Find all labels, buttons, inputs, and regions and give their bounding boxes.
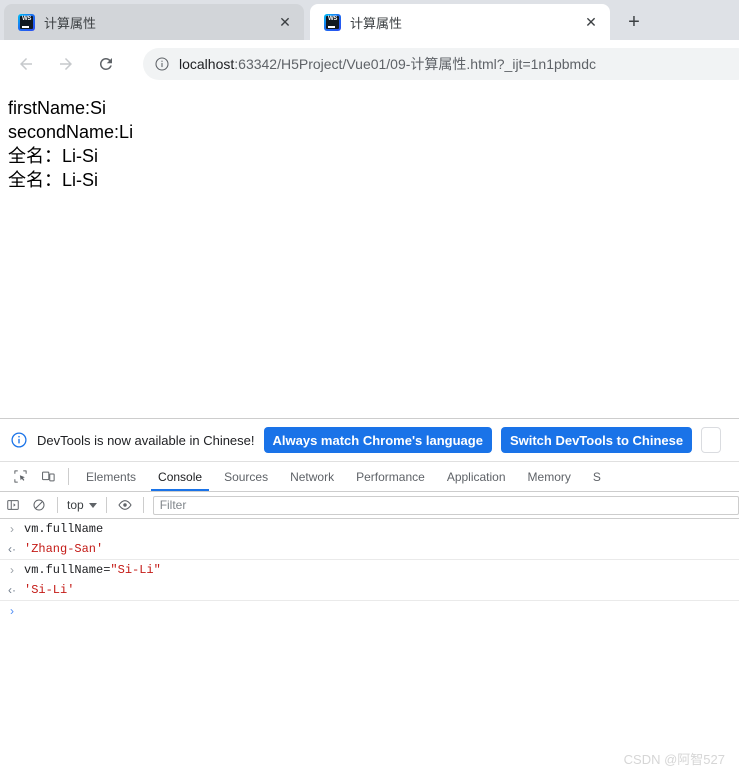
console-output-row: ‹· 'Zhang-San' xyxy=(0,539,739,560)
devtools-tab-network[interactable]: Network xyxy=(279,462,345,491)
toolbar-divider xyxy=(142,497,144,513)
device-toolbar-icon[interactable] xyxy=(34,462,62,491)
console-prompt-marker: › xyxy=(10,604,14,618)
console-input-text: vm.fullName="Si-Li" xyxy=(24,563,161,577)
watermark: CSDN @阿智527 xyxy=(623,752,725,767)
devtools-tab-elements[interactable]: Elements xyxy=(75,462,147,491)
site-info-icon[interactable] xyxy=(147,56,177,72)
close-icon[interactable]: ✕ xyxy=(580,11,602,33)
webstorm-icon: WS xyxy=(18,13,35,31)
live-expression-icon[interactable] xyxy=(112,494,138,516)
console-sidebar-icon[interactable] xyxy=(0,494,26,516)
dismiss-notice-button[interactable] xyxy=(701,427,722,453)
tab-strip: WS 计算属性 ✕ WS 计算属性 ✕ + xyxy=(0,0,739,40)
devtools-tab-bar: Elements Console Sources Network Perform… xyxy=(0,462,739,492)
devtools-tab-performance[interactable]: Performance xyxy=(345,462,436,491)
console-input-marker: › xyxy=(10,522,14,536)
page-line-first-name: firstName:Si xyxy=(8,98,107,118)
toolbar-divider xyxy=(68,468,69,485)
console-input-marker: › xyxy=(10,563,14,577)
url-path: :63342/H5Project/Vue01/09-计算属性.html?_ijt… xyxy=(234,56,596,72)
devtools-language-notice: DevTools is now available in Chinese! Al… xyxy=(0,419,739,462)
console-output-row: ‹· 'Si-Li' xyxy=(0,580,739,601)
address-bar[interactable]: localhost:63342/H5Project/Vue01/09-计算属性.… xyxy=(143,48,739,80)
address-bar-text: localhost:63342/H5Project/Vue01/09-计算属性.… xyxy=(179,54,596,74)
browser-tab-1[interactable]: WS 计算属性 ✕ xyxy=(4,4,304,40)
console-context-selector[interactable]: top xyxy=(63,498,101,512)
console-input-string: "Si-Li" xyxy=(110,563,161,577)
browser-toolbar: localhost:63342/H5Project/Vue01/09-计算属性.… xyxy=(0,40,739,88)
toolbar-divider xyxy=(57,497,58,513)
console-output-marker: ‹· xyxy=(8,542,16,556)
console-input-row[interactable]: › vm.fullName xyxy=(0,519,739,539)
page-line-fullname-2: 全名：Li-Si xyxy=(8,170,99,190)
devtools-tab-console[interactable]: Console xyxy=(147,462,213,491)
forward-arrow-icon[interactable] xyxy=(52,50,80,78)
page-line-second-name: secondName:Li xyxy=(8,122,134,142)
console-toolbar: top Filter xyxy=(0,492,739,519)
toolbar-divider xyxy=(105,497,107,513)
console-output-marker: ‹· xyxy=(8,583,16,597)
tab-title: 计算属性 xyxy=(44,15,97,31)
close-icon[interactable]: ✕ xyxy=(274,11,296,33)
console-input-text: vm.fullName xyxy=(24,522,104,536)
page-line-fullname-1: 全名：Li-Si xyxy=(8,146,99,166)
browser-tab-2[interactable]: WS 计算属性 ✕ xyxy=(310,4,610,40)
back-arrow-icon[interactable] xyxy=(12,50,40,78)
url-host: localhost xyxy=(179,56,235,72)
tab-title: 计算属性 xyxy=(350,15,403,31)
console-context-label: top xyxy=(67,498,84,512)
always-match-language-button[interactable]: Always match Chrome's language xyxy=(263,427,492,453)
console-output-text: 'Si-Li' xyxy=(24,583,75,597)
chevron-down-icon xyxy=(88,502,97,508)
info-circle-icon xyxy=(10,431,28,449)
browser-window: WS 计算属性 ✕ WS 计算属性 ✕ + localhost:63342/H5… xyxy=(0,0,739,780)
reload-icon[interactable] xyxy=(92,50,120,78)
console-filter-input[interactable]: Filter xyxy=(152,495,739,515)
inspect-element-icon[interactable] xyxy=(6,462,34,491)
notice-message: DevTools is now available in Chinese! xyxy=(37,432,255,448)
clear-console-icon[interactable] xyxy=(26,494,52,516)
devtools-panel: DevTools is now available in Chinese! Al… xyxy=(0,418,739,780)
console-log: › vm.fullName ‹· 'Zhang-San' › vm.fullNa… xyxy=(0,519,739,780)
devtools-tab-application[interactable]: Application xyxy=(436,462,517,491)
console-output-text: 'Zhang-San' xyxy=(24,542,104,556)
devtools-tab-security[interactable]: S xyxy=(582,462,612,491)
devtools-tab-memory[interactable]: Memory xyxy=(517,462,582,491)
console-prompt-row[interactable]: › xyxy=(0,601,739,621)
console-input-expression: vm.fullName= xyxy=(24,563,111,577)
console-input-row[interactable]: › vm.fullName="Si-Li" xyxy=(0,560,739,580)
switch-devtools-language-button[interactable]: Switch DevTools to Chinese xyxy=(500,427,693,453)
devtools-tab-sources[interactable]: Sources xyxy=(213,462,279,491)
page-content: firstName:Si secondName:Li 全名：Li-Si 全名：L… xyxy=(0,88,739,418)
webstorm-icon: WS xyxy=(324,13,341,31)
new-tab-button[interactable]: + xyxy=(620,8,648,36)
